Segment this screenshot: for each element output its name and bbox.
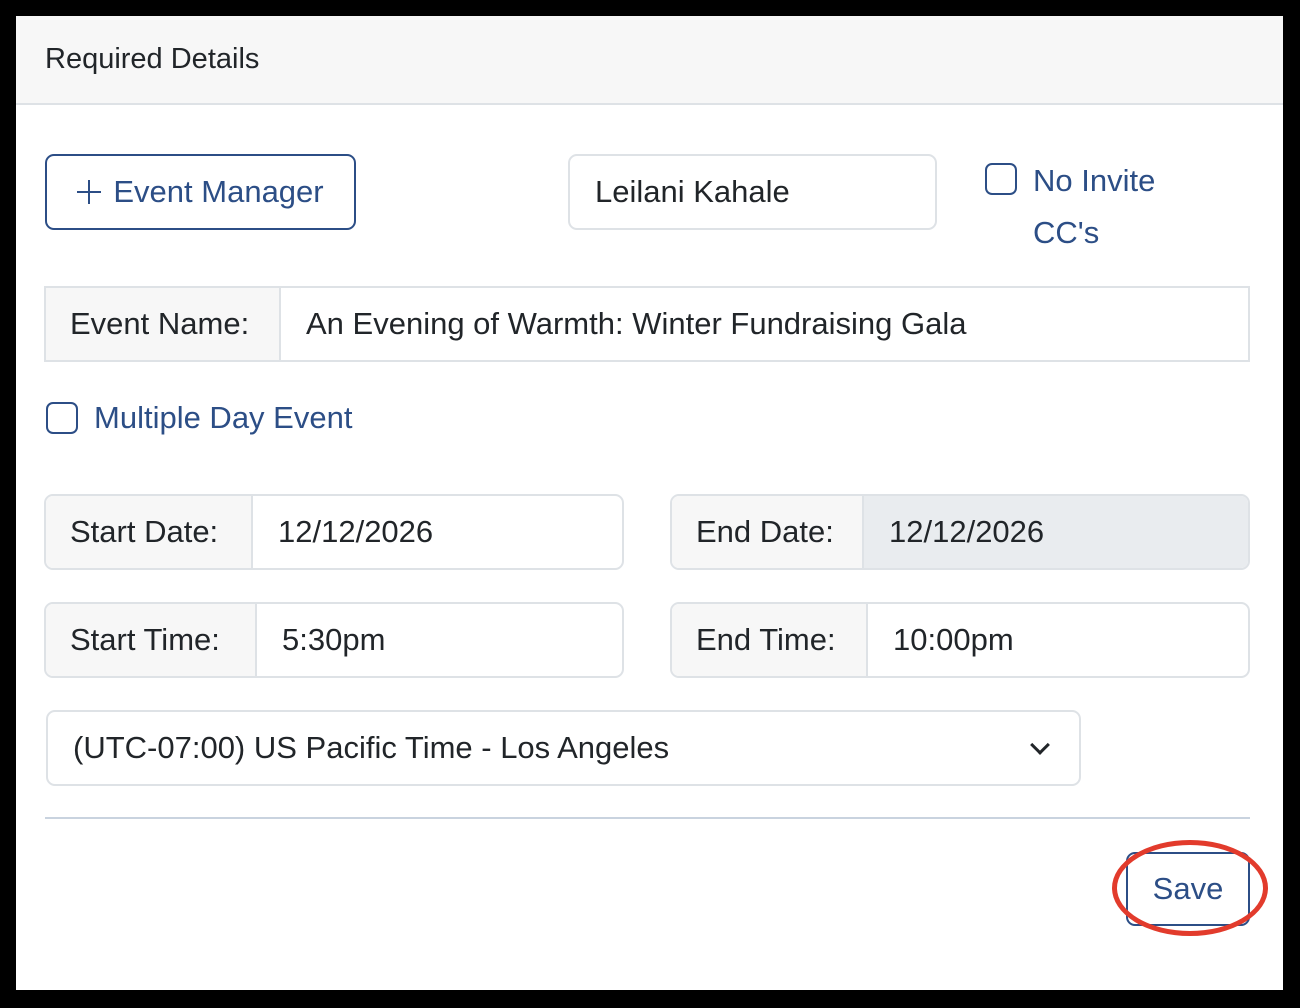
end-date-group: End Date: 12/12/2026 [670,494,1250,570]
required-details-card: Required Details Event Manager Leilani K… [16,16,1283,990]
card-title: Required Details [45,43,260,75]
start-date-value: 12/12/2026 [278,514,434,549]
multiple-day-event-label[interactable]: Multiple Day Event [94,394,352,442]
end-time-group: End Time: 10:00pm [670,602,1250,678]
event-manager-name-input[interactable]: Leilani Kahale [568,154,937,230]
add-event-manager-label: Event Manager [113,174,324,209]
timezone-select[interactable]: (UTC-07:00) US Pacific Time - Los Angele… [46,710,1081,786]
event-name-input[interactable]: An Evening of Warmth: Winter Fundraising… [281,288,1248,360]
event-name-label: Event Name: [46,288,281,360]
no-invite-ccs-label-line2: CC's [1033,215,1100,250]
end-date-label: End Date: [672,496,864,568]
end-time-label-text: End Time: [696,622,836,657]
plus-icon [77,180,102,204]
end-time-value: 10:00pm [893,622,1014,657]
event-name-group: Event Name: An Evening of Warmth: Winter… [44,286,1250,362]
start-time-group: Start Time: 5:30pm [44,602,624,678]
start-date-label-text: Start Date: [70,514,219,549]
start-date-label: Start Date: [46,496,253,568]
start-date-input[interactable]: 12/12/2026 [253,496,622,568]
event-manager-name-value: Leilani Kahale [595,174,790,209]
end-time-label: End Time: [672,604,868,676]
multiple-day-event-checkbox[interactable] [46,402,78,434]
add-event-manager-button[interactable]: Event Manager [45,154,356,230]
save-button[interactable]: Save [1126,852,1250,926]
event-name-label-text: Event Name: [70,306,250,341]
no-invite-ccs-checkbox[interactable] [985,163,1017,195]
start-time-value: 5:30pm [282,622,386,657]
card-header: Required Details [16,16,1283,105]
end-date-label-text: End Date: [696,514,834,549]
end-time-input[interactable]: 10:00pm [868,604,1248,676]
start-time-label-text: Start Time: [70,622,220,657]
chevron-down-icon [1030,735,1050,755]
timezone-selected-value: (UTC-07:00) US Pacific Time - Los Angele… [73,730,670,765]
end-date-input: 12/12/2026 [864,496,1248,568]
footer-divider [45,817,1250,819]
start-time-label: Start Time: [46,604,257,676]
start-time-input[interactable]: 5:30pm [257,604,622,676]
end-date-value: 12/12/2026 [889,514,1045,549]
no-invite-ccs-label[interactable]: No Invite CC's [1033,155,1155,259]
no-invite-ccs-label-line1: No Invite [1033,163,1156,198]
start-date-group: Start Date: 12/12/2026 [44,494,624,570]
event-name-value: An Evening of Warmth: Winter Fundraising… [306,306,967,341]
save-button-label: Save [1152,871,1224,906]
